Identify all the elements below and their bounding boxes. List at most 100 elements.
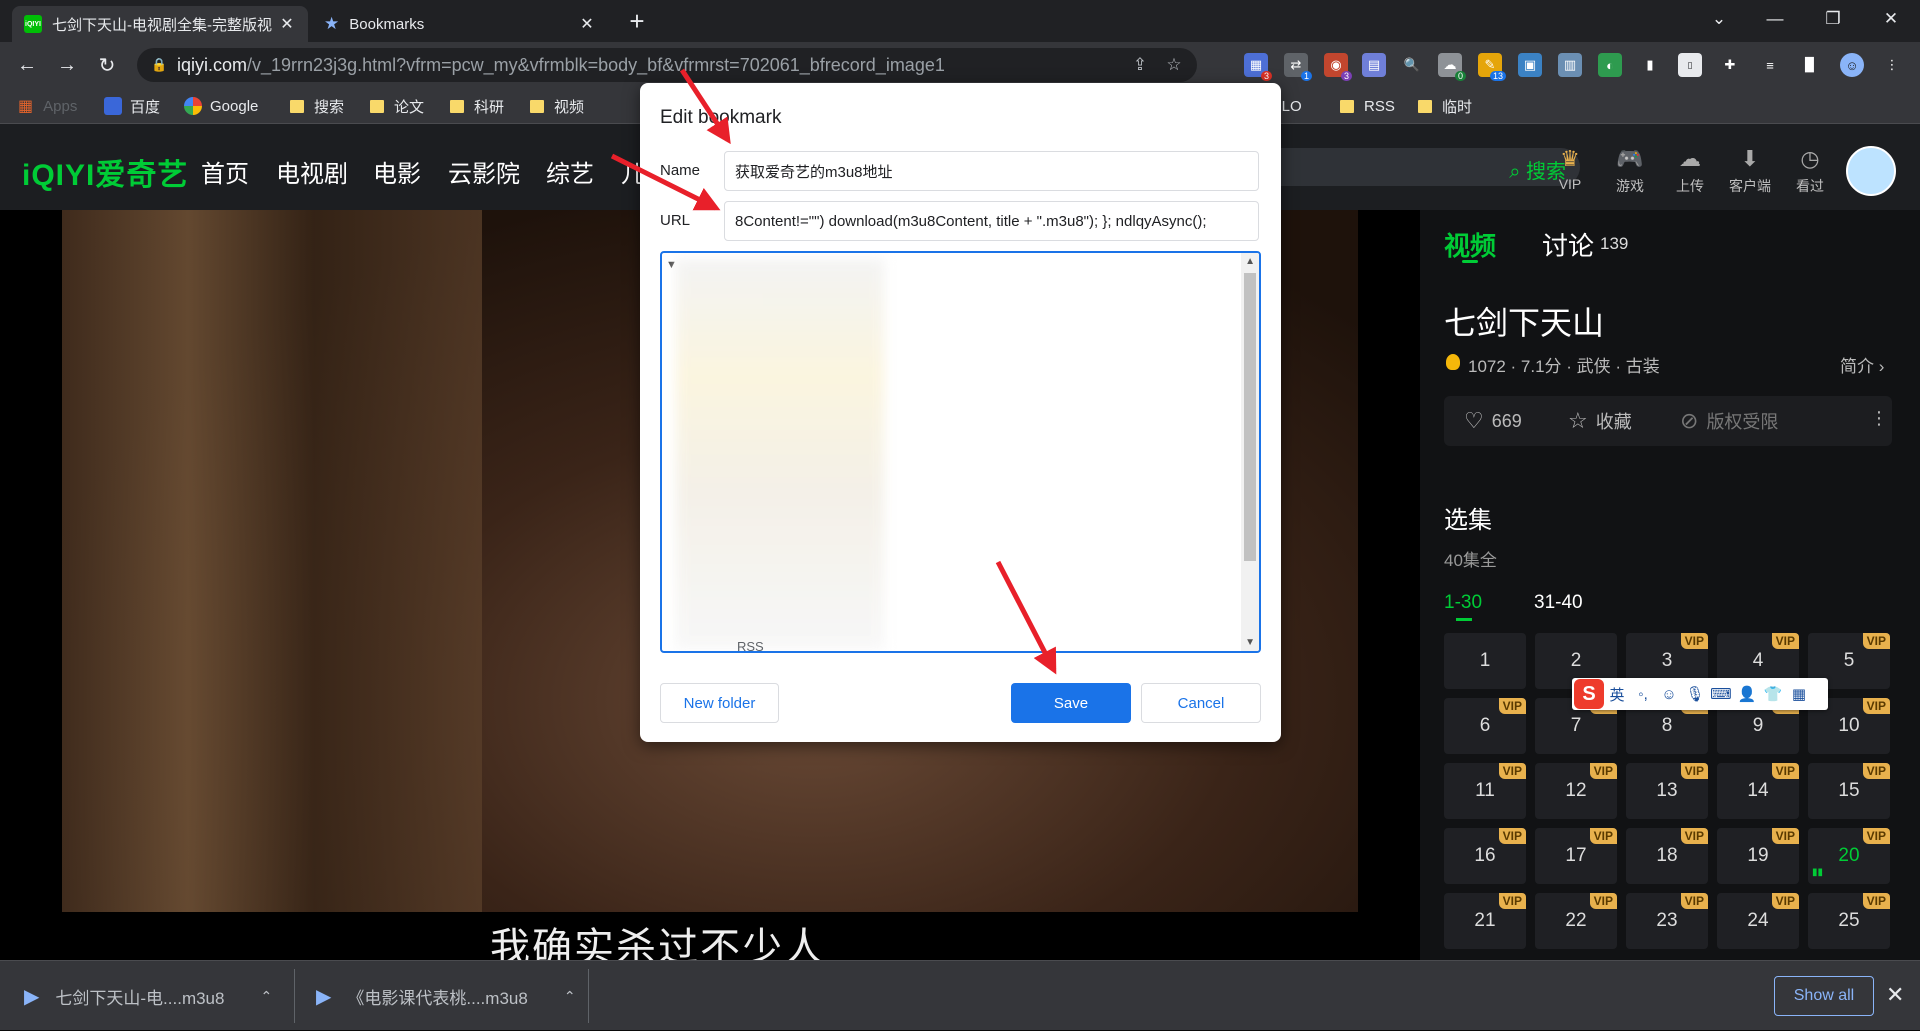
extension-icon[interactable]: ▣: [1518, 53, 1542, 77]
episode-button[interactable]: 1: [1444, 633, 1526, 689]
tool-history[interactable]: ◷ 看过: [1780, 146, 1840, 196]
extension-icon[interactable]: ▯: [1678, 53, 1702, 77]
forward-arrow-icon[interactable]: →: [52, 50, 82, 80]
profile-avatar-icon[interactable]: ☺: [1840, 53, 1864, 77]
tab-search-chevron-icon[interactable]: ⌄: [1690, 0, 1748, 38]
panel-tab-discuss[interactable]: 讨论: [1542, 226, 1594, 263]
bookmark-folder-tree[interactable]: ▼ RSS ▲ ▼: [660, 251, 1261, 653]
bookmark-apps[interactable]: ▦ Apps: [18, 94, 77, 118]
like-button[interactable]: ♡ 669: [1464, 408, 1522, 434]
bookmark-folder-video[interactable]: 视频: [530, 94, 584, 118]
bookmark-baidu[interactable]: 百度: [104, 94, 160, 118]
lock-icon[interactable]: 🔒: [151, 57, 167, 73]
extension-icon[interactable]: ◉ 3: [1324, 53, 1352, 81]
nav-cloud-cinema[interactable]: 云影院: [448, 154, 520, 189]
sogou-ime-toolbar[interactable]: S 英 ◦, ☺ 🎙 ⌨ 👤 👕 ▦: [1572, 678, 1828, 710]
scrollbar-thumb[interactable]: [1244, 273, 1256, 561]
reload-icon[interactable]: ↻: [92, 50, 122, 80]
side-panel-icon[interactable]: ▉: [1798, 53, 1822, 77]
bookmark-google[interactable]: Google: [184, 94, 258, 118]
cloud-extension-icon[interactable]: ☁ 0: [1438, 53, 1466, 81]
emoji-icon[interactable]: ☺: [1656, 686, 1682, 703]
puzzle-extensions-icon[interactable]: ✚: [1718, 53, 1742, 77]
close-tab-icon[interactable]: ✕: [278, 14, 296, 34]
bookmark-star-icon[interactable]: ☆: [1163, 54, 1185, 76]
extension-icon[interactable]: ◐: [1598, 53, 1622, 77]
extension-icon[interactable]: ✎ 13: [1478, 53, 1506, 81]
minimize-icon[interactable]: —: [1746, 0, 1804, 38]
panel-tab-video[interactable]: 视频: [1444, 226, 1496, 263]
show-all-downloads-button[interactable]: Show all: [1774, 976, 1874, 1016]
episode-button[interactable]: 15 VIP: [1808, 763, 1890, 819]
iqiyi-search-box[interactable]: ⌕ 搜索: [1260, 148, 1580, 186]
chevron-up-icon[interactable]: ⌃: [564, 988, 576, 1005]
extension-icon[interactable]: ▦ 3: [1244, 53, 1272, 81]
bookmark-folder-research[interactable]: 科研: [450, 94, 504, 118]
nav-home[interactable]: 首页: [201, 154, 249, 189]
episode-button[interactable]: 18 VIP: [1626, 828, 1708, 884]
tool-upload[interactable]: ☁ 上传: [1660, 146, 1720, 196]
episode-button[interactable]: 11 VIP: [1444, 763, 1526, 819]
toolbox-grid-icon[interactable]: ▦: [1786, 685, 1812, 703]
episode-button[interactable]: 25 VIP: [1808, 893, 1890, 949]
tool-client[interactable]: ⬇ 客户端: [1720, 146, 1780, 196]
nav-tv[interactable]: 电视剧: [276, 154, 348, 189]
tab-bookmarks[interactable]: ★ Bookmarks ✕: [312, 6, 608, 42]
menu-kebab-icon[interactable]: ⋮: [1880, 53, 1904, 77]
close-download-shelf-icon[interactable]: ✕: [1886, 982, 1904, 1008]
download-item[interactable]: ▶ 七剑下天山-电....m3u8 ⌃: [24, 961, 272, 1031]
bookmark-folder-temp[interactable]: 临时: [1418, 94, 1472, 118]
favorite-button[interactable]: ☆ 收藏: [1568, 408, 1632, 434]
close-window-icon[interactable]: ✕: [1862, 0, 1920, 38]
tool-vip[interactable]: ♛ VIP: [1540, 146, 1600, 192]
tree-scrollbar[interactable]: ▲ ▼: [1241, 253, 1259, 651]
share-icon[interactable]: ⇪: [1129, 54, 1151, 76]
episode-button[interactable]: 6 VIP: [1444, 698, 1526, 754]
bookmark-folder-rss[interactable]: RSS: [1340, 94, 1395, 118]
tab-iqiyi[interactable]: iQIYI 七剑下天山-电视剧全集-完整版视 ✕: [12, 6, 308, 42]
bookmark-url-field[interactable]: [724, 201, 1259, 241]
tree-folder-rss[interactable]: RSS: [737, 639, 764, 651]
episode-range-31-40[interactable]: 31-40: [1534, 592, 1583, 614]
episode-button[interactable]: 14 VIP: [1717, 763, 1799, 819]
extension-icon[interactable]: ▥: [1558, 53, 1582, 77]
punctuation-icon[interactable]: ◦,: [1630, 686, 1656, 703]
save-button[interactable]: Save: [1011, 683, 1131, 723]
keyboard-icon[interactable]: ⌨: [1708, 685, 1734, 703]
tool-games[interactable]: 🎮 游戏: [1600, 146, 1660, 196]
bookmark-folder-papers[interactable]: 论文: [370, 94, 424, 118]
bookmark-name-field[interactable]: [724, 151, 1259, 191]
intro-link[interactable]: 简介 ›: [1840, 352, 1884, 377]
back-arrow-icon[interactable]: ←: [12, 50, 42, 80]
skin-shirt-icon[interactable]: 👕: [1760, 685, 1786, 703]
episode-button[interactable]: 22 VIP: [1535, 893, 1617, 949]
extension-icon[interactable]: ▤: [1362, 53, 1386, 77]
episode-button[interactable]: 12 VIP: [1535, 763, 1617, 819]
episode-button[interactable]: 20 VIP ▮▮: [1808, 828, 1890, 884]
cancel-button[interactable]: Cancel: [1141, 683, 1261, 723]
episode-button[interactable]: 24 VIP: [1717, 893, 1799, 949]
episode-button[interactable]: 17 VIP: [1535, 828, 1617, 884]
download-item[interactable]: ▶ 《电影课代表桃....m3u8 ⌃: [316, 961, 576, 1031]
new-folder-button[interactable]: New folder: [660, 683, 779, 723]
microphone-icon[interactable]: 🎙: [1682, 685, 1708, 703]
episode-button[interactable]: 13 VIP: [1626, 763, 1708, 819]
scroll-down-icon[interactable]: ▼: [1245, 637, 1255, 648]
new-tab-plus-icon[interactable]: +: [622, 8, 652, 36]
magnifier-extension-icon[interactable]: 🔍: [1400, 53, 1424, 77]
chart-extension-icon[interactable]: ▮: [1638, 53, 1662, 77]
nav-variety[interactable]: 综艺: [546, 154, 594, 189]
ime-language-toggle[interactable]: 英: [1604, 684, 1630, 705]
episode-range-1-30[interactable]: 1-30: [1444, 592, 1482, 614]
episode-button[interactable]: 19 VIP: [1717, 828, 1799, 884]
more-kebab-icon[interactable]: ⋮: [1870, 408, 1888, 429]
episode-button[interactable]: 21 VIP: [1444, 893, 1526, 949]
scroll-up-icon[interactable]: ▲: [1245, 256, 1255, 267]
nav-movie[interactable]: 电影: [373, 154, 421, 189]
close-tab-icon[interactable]: ✕: [578, 14, 596, 34]
bookmark-folder-search[interactable]: 搜索: [290, 94, 344, 118]
chevron-up-icon[interactable]: ⌃: [260, 988, 272, 1005]
extension-icon[interactable]: ⇄ 1: [1284, 53, 1312, 81]
user-icon[interactable]: 👤: [1734, 685, 1760, 703]
restore-icon[interactable]: ❐: [1804, 0, 1862, 38]
